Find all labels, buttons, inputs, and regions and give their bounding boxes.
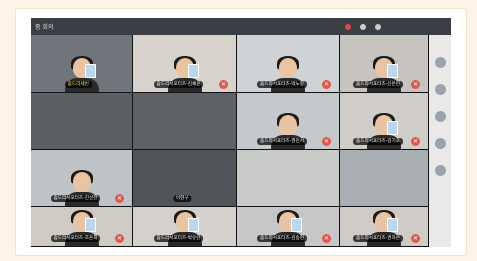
participant-sidebar bbox=[429, 35, 451, 247]
participant-thumbnail-icon[interactable] bbox=[434, 84, 446, 95]
held-card bbox=[84, 64, 96, 78]
mic-muted-icon: ✕ bbox=[322, 137, 331, 146]
mic-muted-icon: ✕ bbox=[322, 80, 331, 89]
participant-thumbnail-icon[interactable] bbox=[434, 111, 446, 122]
mic-muted-icon: ✕ bbox=[115, 234, 124, 243]
participant-name: 줌드리서포터즈-박노랑 bbox=[257, 81, 307, 88]
mic-muted-icon: ✕ bbox=[411, 137, 420, 146]
participant-tile[interactable]: 줌드리서포터즈-김기호 ✕ bbox=[340, 93, 429, 150]
participant-name: 줌드리서포터즈-김채윤 bbox=[153, 81, 204, 88]
held-card bbox=[84, 218, 96, 232]
participant-tile[interactable] bbox=[133, 93, 237, 150]
participant-tile[interactable]: 줌드리서포터즈-권민서 ✕ bbox=[237, 93, 340, 150]
participant-tile[interactable]: 줌드리서포터즈-박유란 bbox=[133, 207, 237, 247]
participant-tile[interactable]: 줌드리세빈 bbox=[31, 35, 133, 93]
participant-tile[interactable]: 줌드리서포터즈-진선한 ✕ bbox=[31, 150, 133, 207]
view-icon[interactable] bbox=[360, 23, 366, 30]
participant-name: 줌드리서포터즈-김기호 bbox=[353, 138, 403, 145]
window-title: 줌 회의 bbox=[35, 24, 54, 31]
participant-name: 줌드리서포터즈-김송현 bbox=[257, 235, 307, 242]
mic-muted-icon: ✕ bbox=[219, 80, 228, 89]
participant-grid: 줌드리세빈 줌드리서포터즈-김채윤 ✕ 줌드리서포터즈-박노랑 ✕ 줌드리서포터즈-신은빈… bbox=[31, 35, 429, 247]
participant-name: 줌드리서포터즈-권하은 bbox=[353, 235, 403, 242]
mic-muted-icon: ✕ bbox=[115, 194, 124, 203]
participant-tile[interactable]: 이현구 bbox=[133, 150, 237, 207]
held-card bbox=[187, 218, 199, 232]
participant-thumbnail-icon[interactable] bbox=[434, 138, 446, 149]
participant-name: 줌드리서포터즈-조은희 bbox=[50, 235, 101, 242]
participant-name: 줌드리서포터즈-신은빈 bbox=[353, 81, 403, 88]
held-card bbox=[291, 218, 302, 232]
participant-tile[interactable]: 줌드리서포터즈-김송현 ✕ bbox=[237, 207, 340, 247]
participant-tile[interactable]: 줌드리서포터즈-김채윤 ✕ bbox=[133, 35, 237, 93]
video-conference-window: 줌 회의 줌드리세빈 줌드리서포터즈-김채윤 ✕ 줌드리서포터즈-박노랑 ✕ 줌드리서포터… bbox=[31, 18, 451, 247]
participant-name: 줌드리세빈 bbox=[64, 81, 92, 88]
participant-tile[interactable]: 줌드리서포터즈-신은빈 ✕ bbox=[340, 35, 429, 93]
participant-tile[interactable]: 줌드리서포터즈-권하은 ✕ bbox=[340, 207, 429, 247]
held-card bbox=[387, 64, 398, 78]
held-card bbox=[387, 121, 398, 135]
participant-tile[interactable] bbox=[237, 150, 340, 207]
participant-name: 줌드리서포터즈-진선한 bbox=[50, 195, 101, 202]
participant-thumbnail-icon[interactable] bbox=[434, 165, 446, 176]
participant-name: 줌드리서포터즈-박유란 bbox=[153, 235, 204, 242]
participant-name: 이현구 bbox=[172, 195, 192, 202]
held-card bbox=[187, 64, 199, 78]
participant-tile[interactable] bbox=[31, 93, 133, 150]
participant-tile[interactable] bbox=[340, 150, 429, 207]
topbar-icons bbox=[345, 23, 381, 30]
mic-muted-icon: ✕ bbox=[411, 234, 420, 243]
settings-icon[interactable] bbox=[375, 23, 381, 30]
held-card bbox=[387, 218, 398, 232]
participant-thumbnail-icon[interactable] bbox=[434, 57, 446, 68]
participant-tile[interactable]: 줌드리서포터즈-조은희 ✕ bbox=[31, 207, 133, 247]
mic-muted-icon: ✕ bbox=[411, 80, 420, 89]
participant-tile[interactable]: 줌드리서포터즈-박노랑 ✕ bbox=[237, 35, 340, 93]
record-icon[interactable] bbox=[345, 23, 351, 30]
mic-muted-icon: ✕ bbox=[322, 234, 331, 243]
window-topbar: 줌 회의 bbox=[31, 18, 451, 35]
participant-name: 줌드리서포터즈-권민서 bbox=[257, 138, 307, 145]
